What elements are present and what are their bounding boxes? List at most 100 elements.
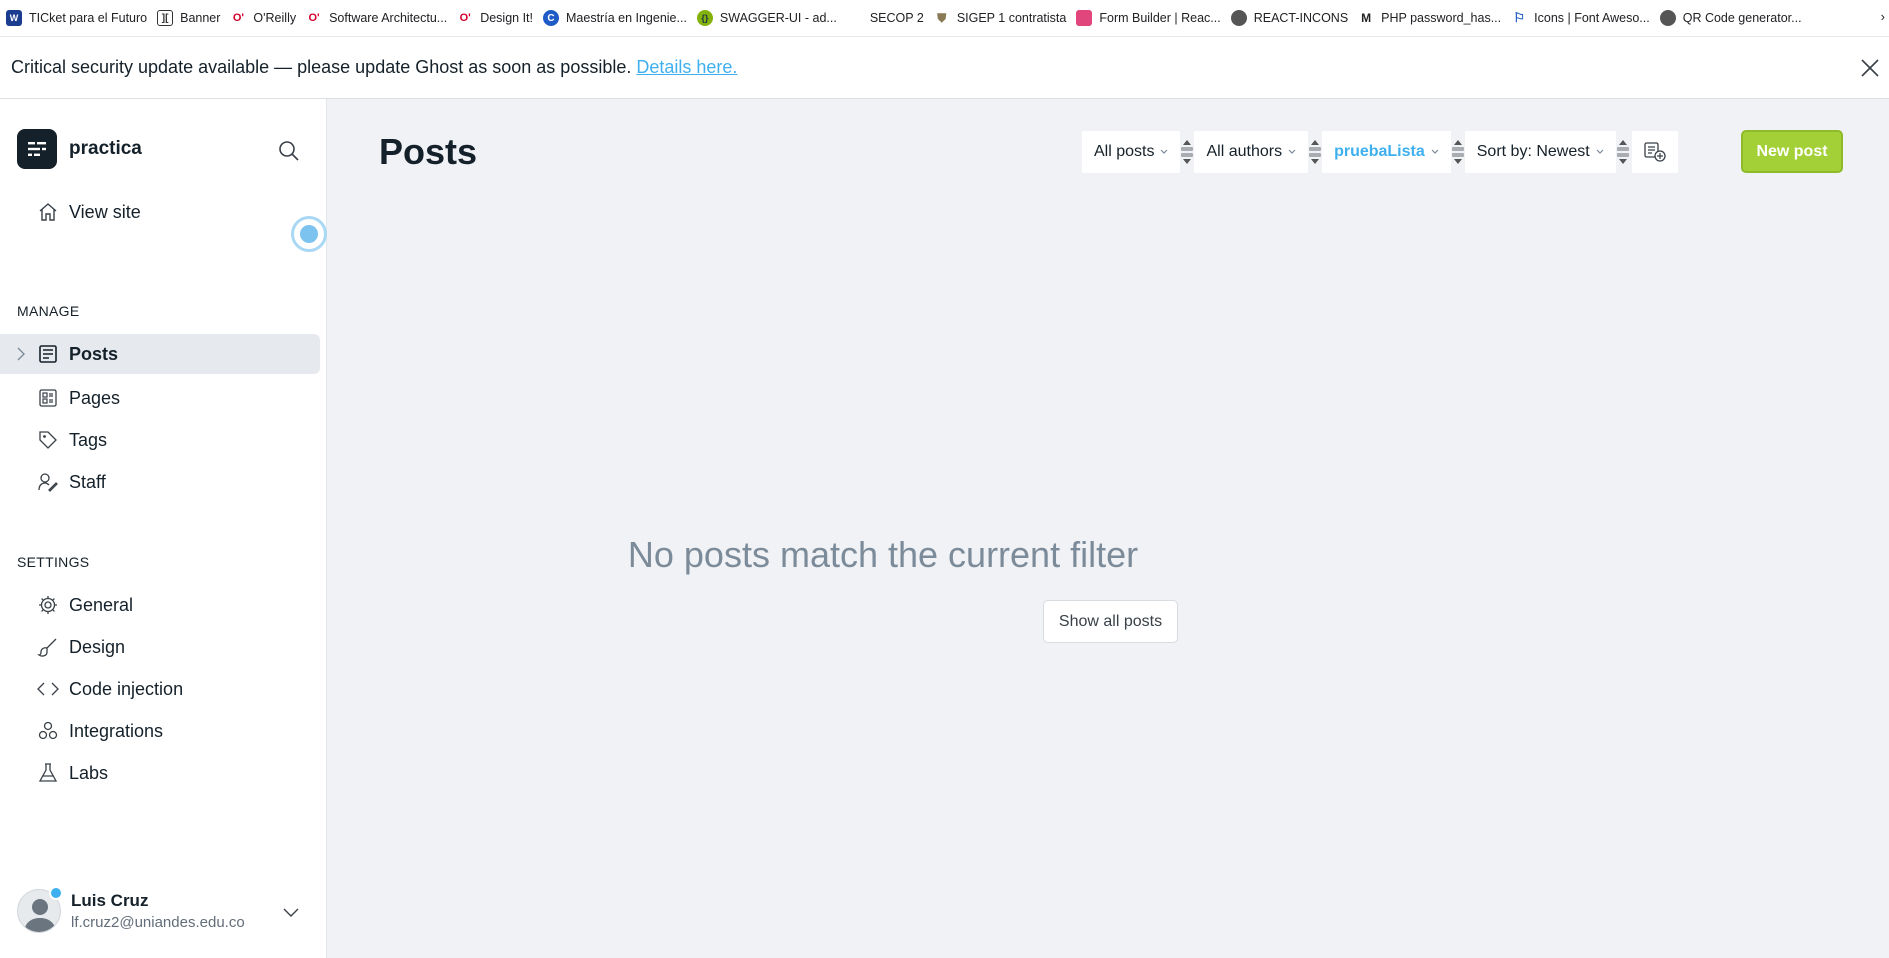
main-content: Posts All posts All authors pruebaLista … <box>327 99 1889 958</box>
ghost-logo-icon <box>17 129 57 169</box>
globe-icon <box>1230 10 1247 26</box>
oreilly-icon: O' <box>232 12 244 24</box>
swagger-icon: {} <box>696 10 713 26</box>
bookmark[interactable]: C Maestría en Ingenie... <box>543 0 697 36</box>
post-type-filter[interactable]: All posts <box>1082 131 1181 173</box>
brush-icon <box>37 636 59 658</box>
flask-icon <box>37 762 59 784</box>
bookmark[interactable]: REACT-INCONS <box>1230 0 1358 36</box>
sidebar-item-integrations[interactable]: Integrations <box>0 711 320 751</box>
banner-text: Critical security update available — ple… <box>11 57 632 77</box>
manage-section-label: MANAGE <box>17 303 80 319</box>
scroll-stepper[interactable] <box>1616 131 1630 173</box>
bookmark[interactable]: ⚐ Icons | Font Aweso... <box>1511 0 1660 36</box>
shield-icon: ⛊ <box>937 10 947 25</box>
filter-label: All authors <box>1206 143 1283 160</box>
blank-icon <box>847 10 863 26</box>
empty-state-message: No posts match the current filter <box>627 534 1139 575</box>
gear-icon <box>37 594 59 616</box>
sidebar-item-label: Pages <box>69 387 121 408</box>
sidebar: practica View site MANAGE Posts Pages Ta… <box>0 99 327 958</box>
bookmark-label: Software Architectu... <box>329 11 448 25</box>
bookmark-label: REACT-INCONS <box>1253 11 1349 25</box>
bookmarks-overflow-icon[interactable]: › <box>1881 9 1885 24</box>
bookmark-label: SWAGGER-UI - ad... <box>719 11 837 25</box>
site-name: practica <box>69 138 142 159</box>
show-all-posts-button[interactable]: Show all posts <box>1043 600 1178 643</box>
filter-label: All posts <box>1094 143 1155 160</box>
sidebar-item-label: Labs <box>69 762 109 783</box>
sidebar-item-pages[interactable]: Pages <box>0 378 320 418</box>
bookmark[interactable]: M PHP password_has... <box>1358 0 1511 36</box>
staff-icon <box>37 471 59 493</box>
view-options-button[interactable] <box>1631 131 1678 173</box>
site-brand[interactable]: practica <box>17 129 142 169</box>
notification-dot <box>49 886 63 900</box>
bookmark-label: SIGEP 1 contratista <box>956 11 1067 25</box>
user-name: Luis Cruz <box>71 891 149 910</box>
chevron-down-icon <box>1288 149 1296 154</box>
close-icon[interactable] <box>1859 57 1881 79</box>
page-title: Posts <box>379 131 478 172</box>
banner-details-link[interactable]: Details here. <box>636 57 737 78</box>
sidebar-item-code-injection[interactable]: Code injection <box>0 669 320 709</box>
bookmark[interactable]: O' O'Reilly <box>230 0 306 36</box>
sort-filter[interactable]: Sort by: Newest <box>1464 131 1616 173</box>
ticket-icon: W <box>6 10 22 26</box>
search-icon[interactable] <box>277 139 301 163</box>
sidebar-item-label: Design <box>69 636 126 657</box>
globe-icon <box>1659 10 1676 26</box>
bookmark-label: Icons | Font Aweso... <box>1534 11 1650 25</box>
chevron-down-icon <box>1596 149 1604 154</box>
posts-icon <box>37 343 59 365</box>
new-post-button[interactable]: New post <box>1741 130 1843 173</box>
bookmark-label: TICket para el Futuro <box>29 11 148 25</box>
bookmark[interactable]: QR Code generator... <box>1659 0 1812 36</box>
tour-hotspot[interactable] <box>291 216 327 252</box>
integrations-icon <box>37 720 59 742</box>
bookmark-label: QR Code generator... <box>1682 11 1802 25</box>
chevron-right-icon[interactable] <box>16 347 26 361</box>
sidebar-item-labs[interactable]: Labs <box>0 753 320 793</box>
user-menu[interactable]: Luis Cruz lf.cruz2@uniandes.edu.co <box>17 886 245 933</box>
filter-label: pruebaLista <box>1334 143 1425 160</box>
tag-filter[interactable]: pruebaLista <box>1322 131 1451 173</box>
bookmark[interactable]: SECOP 2 <box>847 0 934 36</box>
chevron-down-icon <box>1431 149 1439 154</box>
bookmark[interactable]: ⛊ SIGEP 1 contratista <box>934 0 1077 36</box>
bookmark-label: Banner <box>180 11 221 25</box>
bookmark[interactable]: {} SWAGGER-UI - ad... <box>696 0 847 36</box>
sidebar-item-general[interactable]: General <box>0 585 320 625</box>
code-icon <box>37 678 59 700</box>
security-banner: Critical security update available — ple… <box>0 36 1889 99</box>
flag-icon: ⚐ <box>1513 10 1525 25</box>
user-email: lf.cruz2@uniandes.edu.co <box>71 914 245 931</box>
filter-label: Sort by: Newest <box>1476 143 1590 160</box>
scroll-stepper[interactable] <box>1308 131 1322 173</box>
bookmark[interactable]: ][ Banner <box>157 0 230 36</box>
settings-section-label: SETTINGS <box>17 554 90 570</box>
scroll-stepper[interactable] <box>1180 131 1194 173</box>
chevron-down-icon[interactable] <box>282 907 300 919</box>
sidebar-item-tags[interactable]: Tags <box>0 420 320 460</box>
layout-add-icon <box>1644 142 1666 162</box>
view-site-link[interactable]: View site <box>0 192 320 232</box>
bookmark[interactable]: O' Software Architectu... <box>306 0 457 36</box>
chevron-down-icon <box>1161 149 1168 154</box>
sidebar-item-design[interactable]: Design <box>0 627 320 667</box>
sidebar-item-label: General <box>69 594 134 615</box>
author-filter[interactable]: All authors <box>1194 131 1309 173</box>
view-site-label: View site <box>69 201 141 222</box>
sidebar-item-staff[interactable]: Staff <box>0 462 320 502</box>
sidebar-item-posts[interactable]: Posts <box>0 334 320 374</box>
bookmark[interactable]: Form Builder | Reac... <box>1076 0 1230 36</box>
bookmark[interactable]: O' Design It! <box>457 0 543 36</box>
post-filters: All posts All authors pruebaLista Sort b… <box>1082 131 1678 173</box>
sidebar-item-label: Code injection <box>69 678 184 699</box>
scroll-stepper[interactable] <box>1451 131 1465 173</box>
bookmark[interactable]: W TICket para el Futuro <box>6 0 157 36</box>
sidebar-item-label: Integrations <box>69 720 164 741</box>
pages-icon <box>37 387 59 409</box>
form-icon <box>1076 10 1093 26</box>
bookmark-label: PHP password_has... <box>1381 11 1502 25</box>
